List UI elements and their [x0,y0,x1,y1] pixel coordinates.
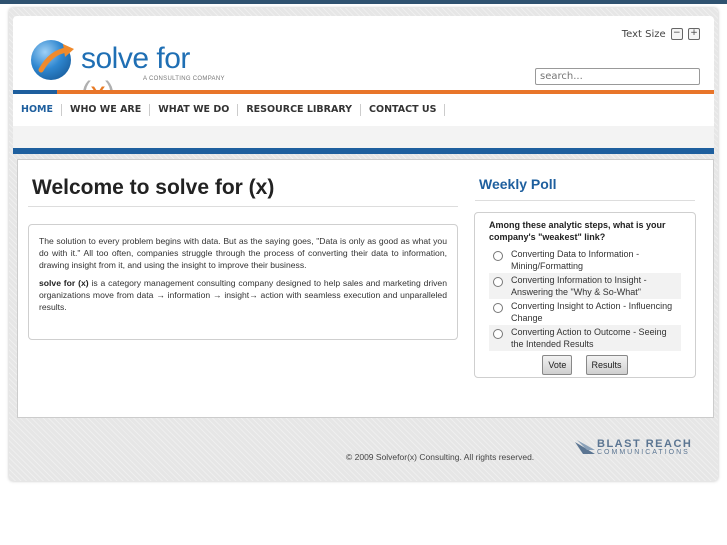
poll-option-label: Converting Insight to Action - Influenci… [511,301,673,323]
radio-button[interactable] [493,251,503,261]
top-bar [0,0,727,4]
logo[interactable]: solve for (x) A CONSULTING COMPANY [31,40,231,109]
nav-item-what-we-do[interactable]: WHAT WE DO [150,104,239,116]
intro-box: The solution to every problem begins wit… [28,224,458,340]
poll-question: Among these analytic steps, what is your… [489,220,666,242]
radio-button[interactable] [493,303,503,313]
logo-name: solve for [81,42,190,75]
sub-bar [13,126,714,148]
nav-item-home[interactable]: HOME [21,104,62,116]
blue-divider [13,148,714,154]
intro-paragraph-2: solve for (x) is a category management c… [39,277,447,313]
blast-reach-name: BLAST REACH [597,438,693,450]
poll-option[interactable]: Converting Insight to Action - Influenci… [489,299,681,325]
intro-paragraph-1: The solution to every problem begins wit… [39,236,447,270]
arrow-icon [38,44,74,73]
results-button[interactable]: Results [585,355,628,375]
header: solve for (x) A CONSULTING COMPANY Text … [13,16,714,109]
poll-option-label: Converting Information to Insight - Answ… [511,275,647,297]
nav-item-resource-library[interactable]: RESOURCE LIBRARY [238,104,362,116]
copyright-text: © 2009 Solvefor(x) Consulting. All right… [346,452,535,462]
logo-tagline: A CONSULTING COMPANY [143,76,225,82]
nav-item-who-we-are[interactable]: WHO WE ARE [62,104,151,116]
footer: © 2009 Solvefor(x) Consulting. All right… [13,420,714,478]
text-size-label: Text Size [621,29,666,40]
page-container: solve for (x) A CONSULTING COMPANY Text … [9,8,718,481]
text-size-increase-button[interactable]: + [688,28,700,40]
poll-option[interactable]: Converting Action to Outcome - Seeing th… [489,325,681,351]
poll-option-label: Converting Action to Outcome - Seeing th… [511,327,667,349]
poll-box: Among these analytic steps, what is your… [474,212,696,378]
poll-buttons: Vote Results [475,353,695,375]
poll-divider [475,200,695,201]
text-size-control: Text Size − + [622,28,700,40]
radio-button[interactable] [493,329,503,339]
search-input[interactable] [535,68,700,85]
radio-button[interactable] [493,277,503,287]
poll-option[interactable]: Converting Data to Information - Mining/… [489,247,681,273]
poll-option-label: Converting Data to Information - Mining/… [511,249,640,271]
blast-reach-sub: COMMUNICATIONS [597,449,690,456]
main-nav: HOME WHO WE ARE WHAT WE DO RESOURCE LIBR… [13,90,714,130]
title-divider [28,206,458,207]
main-content: Welcome to solve for (x) The solution to… [17,159,714,418]
nav-active-indicator [13,90,57,94]
text-size-decrease-button[interactable]: − [670,28,683,40]
blast-reach-mark-icon [575,440,595,454]
blast-reach-logo[interactable]: BLAST REACH COMMUNICATIONS [575,439,705,459]
poll-option[interactable]: Converting Information to Insight - Answ… [489,273,681,299]
nav-item-contact-us[interactable]: CONTACT US [361,104,446,116]
intro-brand-bold: solve for (x) [39,278,89,288]
page-title: Welcome to solve for (x) [32,176,275,199]
intro-paragraph-2-text: is a category management consulting comp… [39,278,447,312]
vote-button[interactable]: Vote [542,355,573,375]
poll-title: Weekly Poll [479,176,557,192]
